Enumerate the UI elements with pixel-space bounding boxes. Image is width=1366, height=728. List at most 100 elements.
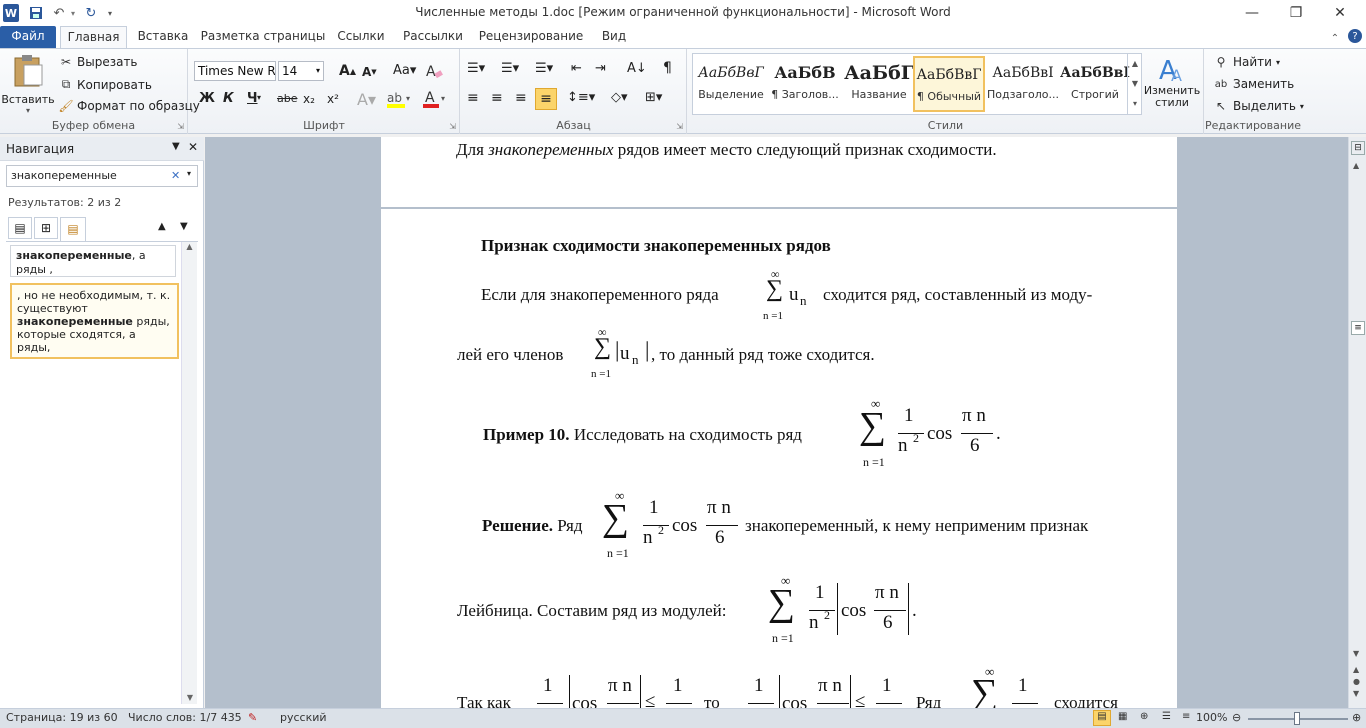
tab-review[interactable]: Рецензирование bbox=[475, 26, 587, 48]
style-subtitle[interactable]: АаБбВвІ Подзаголо... bbox=[987, 56, 1059, 112]
tab-view[interactable]: Вид bbox=[591, 26, 637, 48]
outline-icon[interactable]: ☰ bbox=[1162, 711, 1171, 722]
increase-indent-icon[interactable]: ⇥ bbox=[595, 61, 606, 76]
scroll-up-icon[interactable]: ▲ bbox=[1353, 161, 1359, 170]
full-screen-icon[interactable]: ▦ bbox=[1118, 711, 1127, 722]
search-options-icon[interactable]: ▾ bbox=[187, 169, 191, 178]
superscript-button[interactable]: x² bbox=[327, 92, 339, 106]
borders-icon[interactable]: ⊞▾ bbox=[645, 90, 662, 105]
change-case-icon[interactable]: Aa▾ bbox=[393, 63, 416, 78]
font-name-combo[interactable]: Times New Roman bbox=[194, 61, 276, 81]
find-button[interactable]: ⚲ Найти ▾ bbox=[1213, 55, 1280, 69]
copy-button[interactable]: ⧉ Копировать bbox=[58, 77, 152, 92]
clear-format-icon[interactable]: A bbox=[425, 62, 443, 80]
strikethrough-button[interactable]: abe bbox=[277, 92, 298, 105]
style-heading[interactable]: АаБбВ ¶ Заголов... bbox=[769, 56, 841, 112]
nav-scrollbar[interactable]: ▲ ▼ bbox=[181, 242, 197, 704]
change-styles-button[interactable]: AA Изменить стили bbox=[1144, 53, 1200, 117]
align-center-icon[interactable]: ≡ bbox=[491, 90, 503, 106]
pages-view-icon[interactable]: ⊞ bbox=[34, 217, 58, 239]
font-size-combo[interactable]: 14 ▾ bbox=[278, 61, 324, 81]
numbering-icon[interactable]: ☰▾ bbox=[501, 61, 519, 76]
headings-view-icon[interactable]: ▤ bbox=[8, 217, 32, 239]
word-count[interactable]: Число слов: 1/7 435 bbox=[128, 711, 242, 724]
previous-page-icon[interactable]: ▲ bbox=[1353, 665, 1359, 674]
justify-icon[interactable]: ≡ bbox=[535, 88, 557, 110]
browse-object-icon[interactable]: ● bbox=[1353, 677, 1360, 686]
proofing-icon[interactable]: ✎ bbox=[248, 711, 257, 724]
cut-button[interactable]: ✂ Вырезать bbox=[58, 55, 138, 69]
bullets-icon[interactable]: ☰▾ bbox=[467, 61, 485, 76]
select-button[interactable]: ↖ Выделить ▾ bbox=[1213, 99, 1304, 113]
tab-home[interactable]: Главная bbox=[60, 26, 127, 49]
subscript-button[interactable]: x₂ bbox=[303, 92, 315, 106]
italic-button[interactable]: К bbox=[223, 91, 234, 106]
tab-insert[interactable]: Вставка bbox=[131, 26, 195, 48]
brush-icon: 🖌 bbox=[58, 99, 74, 113]
next-page-icon[interactable]: ▼ bbox=[1353, 689, 1359, 698]
page-counter[interactable]: Страница: 19 из 60 bbox=[6, 711, 118, 724]
results-view-icon[interactable]: ▤ bbox=[60, 217, 86, 241]
multilevel-list-icon[interactable]: ☰▾ bbox=[535, 61, 553, 76]
vertical-scrollbar[interactable]: ⊟ ▲ ≡ ▼ ▲ ● ▼ bbox=[1348, 137, 1366, 708]
highlight-icon[interactable]: ab ▾ bbox=[387, 89, 413, 109]
nav-search-box[interactable]: знакопеременные ✕ ▾ bbox=[6, 165, 198, 187]
shrink-font-icon[interactable]: A ▼ bbox=[362, 65, 377, 79]
replace-button[interactable]: ab Заменить bbox=[1213, 77, 1294, 91]
scroll-down-icon[interactable]: ▼ bbox=[1353, 649, 1359, 658]
next-result-icon[interactable]: ▼ bbox=[180, 221, 188, 232]
style-title[interactable]: АаБбГ Название bbox=[843, 56, 915, 112]
sort-icon[interactable]: A↓ bbox=[627, 61, 647, 76]
math-abs-left bbox=[837, 583, 838, 635]
grow-font-icon[interactable]: A ▲ bbox=[339, 63, 356, 79]
tab-references[interactable]: Ссылки bbox=[331, 26, 391, 48]
align-left-icon[interactable]: ≡ bbox=[467, 90, 479, 106]
zoom-in-icon[interactable]: ⊕ bbox=[1352, 711, 1361, 724]
previous-result-icon[interactable]: ▲ bbox=[158, 221, 166, 232]
style-emphasis[interactable]: АаБбВвГ Выделение bbox=[695, 56, 767, 112]
close-button[interactable]: ✕ bbox=[1320, 2, 1360, 24]
minimize-button[interactable]: — bbox=[1232, 2, 1272, 24]
search-result-1[interactable]: знакопеременные, а ряды , bbox=[10, 245, 176, 277]
underline-button[interactable]: Ч bbox=[247, 91, 258, 106]
zoom-level[interactable]: 100% bbox=[1196, 711, 1227, 724]
tab-mailings[interactable]: Рассылки bbox=[395, 26, 471, 48]
print-layout-icon[interactable]: ▤ bbox=[1093, 710, 1111, 726]
search-input[interactable]: знакопеременные bbox=[11, 169, 117, 182]
style-strong[interactable]: АаБбВвІ Строгий bbox=[1059, 56, 1131, 112]
page-current[interactable]: Признак сходимости знакопеременных рядов… bbox=[381, 209, 1177, 708]
language[interactable]: русский bbox=[280, 711, 327, 724]
ruler-toggle-icon[interactable]: ⊟ bbox=[1351, 141, 1365, 155]
nav-options-icon[interactable]: ▼ bbox=[172, 141, 180, 152]
font-color-icon[interactable]: A ▾ bbox=[423, 89, 449, 109]
dialog-launcher-icon[interactable]: ⇲ bbox=[177, 122, 184, 131]
line-spacing-icon[interactable]: ↕≡▾ bbox=[567, 90, 595, 105]
zoom-out-icon[interactable]: ⊖ bbox=[1232, 711, 1241, 724]
tab-file[interactable]: Файл bbox=[0, 26, 56, 48]
shading-icon[interactable]: ◇▾ bbox=[611, 90, 628, 105]
scroll-thumb[interactable]: ≡ bbox=[1351, 321, 1365, 335]
paste-button[interactable]: Вставить ▾ bbox=[1, 51, 55, 115]
style-normal[interactable]: АаБбВвГ ¶ Обычный bbox=[913, 56, 985, 112]
bold-button[interactable]: Ж bbox=[199, 91, 215, 106]
dialog-launcher-icon[interactable]: ⇲ bbox=[676, 122, 683, 131]
minimize-ribbon-icon[interactable]: ⌃ bbox=[1328, 29, 1342, 47]
nav-close-icon[interactable]: ✕ bbox=[188, 140, 198, 154]
draft-icon[interactable]: ≡ bbox=[1182, 711, 1190, 722]
clear-search-icon[interactable]: ✕ bbox=[171, 169, 180, 182]
show-marks-icon[interactable]: ¶ bbox=[663, 60, 672, 76]
text-effects-icon[interactable]: A▾ bbox=[357, 90, 376, 109]
maximize-button[interactable]: ❐ bbox=[1276, 2, 1316, 24]
format-painter-button[interactable]: 🖌 Формат по образцу bbox=[58, 99, 200, 113]
decrease-indent-icon[interactable]: ⇤ bbox=[571, 61, 582, 76]
tab-page-layout[interactable]: Разметка страницы bbox=[199, 26, 327, 48]
align-right-icon[interactable]: ≡ bbox=[515, 90, 527, 106]
underline-dropdown-icon[interactable]: ▾ bbox=[257, 93, 261, 102]
math-numerator: 1 bbox=[904, 405, 914, 426]
zoom-slider-thumb[interactable] bbox=[1294, 712, 1300, 725]
dialog-launcher-icon[interactable]: ⇲ bbox=[449, 122, 456, 131]
styles-scroll[interactable]: ▲ ▼ ▾ bbox=[1127, 54, 1142, 114]
search-result-2[interactable]: , но не необходимым, т. к. существуют зн… bbox=[10, 283, 179, 359]
help-icon[interactable]: ? bbox=[1348, 29, 1362, 43]
web-layout-icon[interactable]: ⊕ bbox=[1140, 711, 1148, 722]
